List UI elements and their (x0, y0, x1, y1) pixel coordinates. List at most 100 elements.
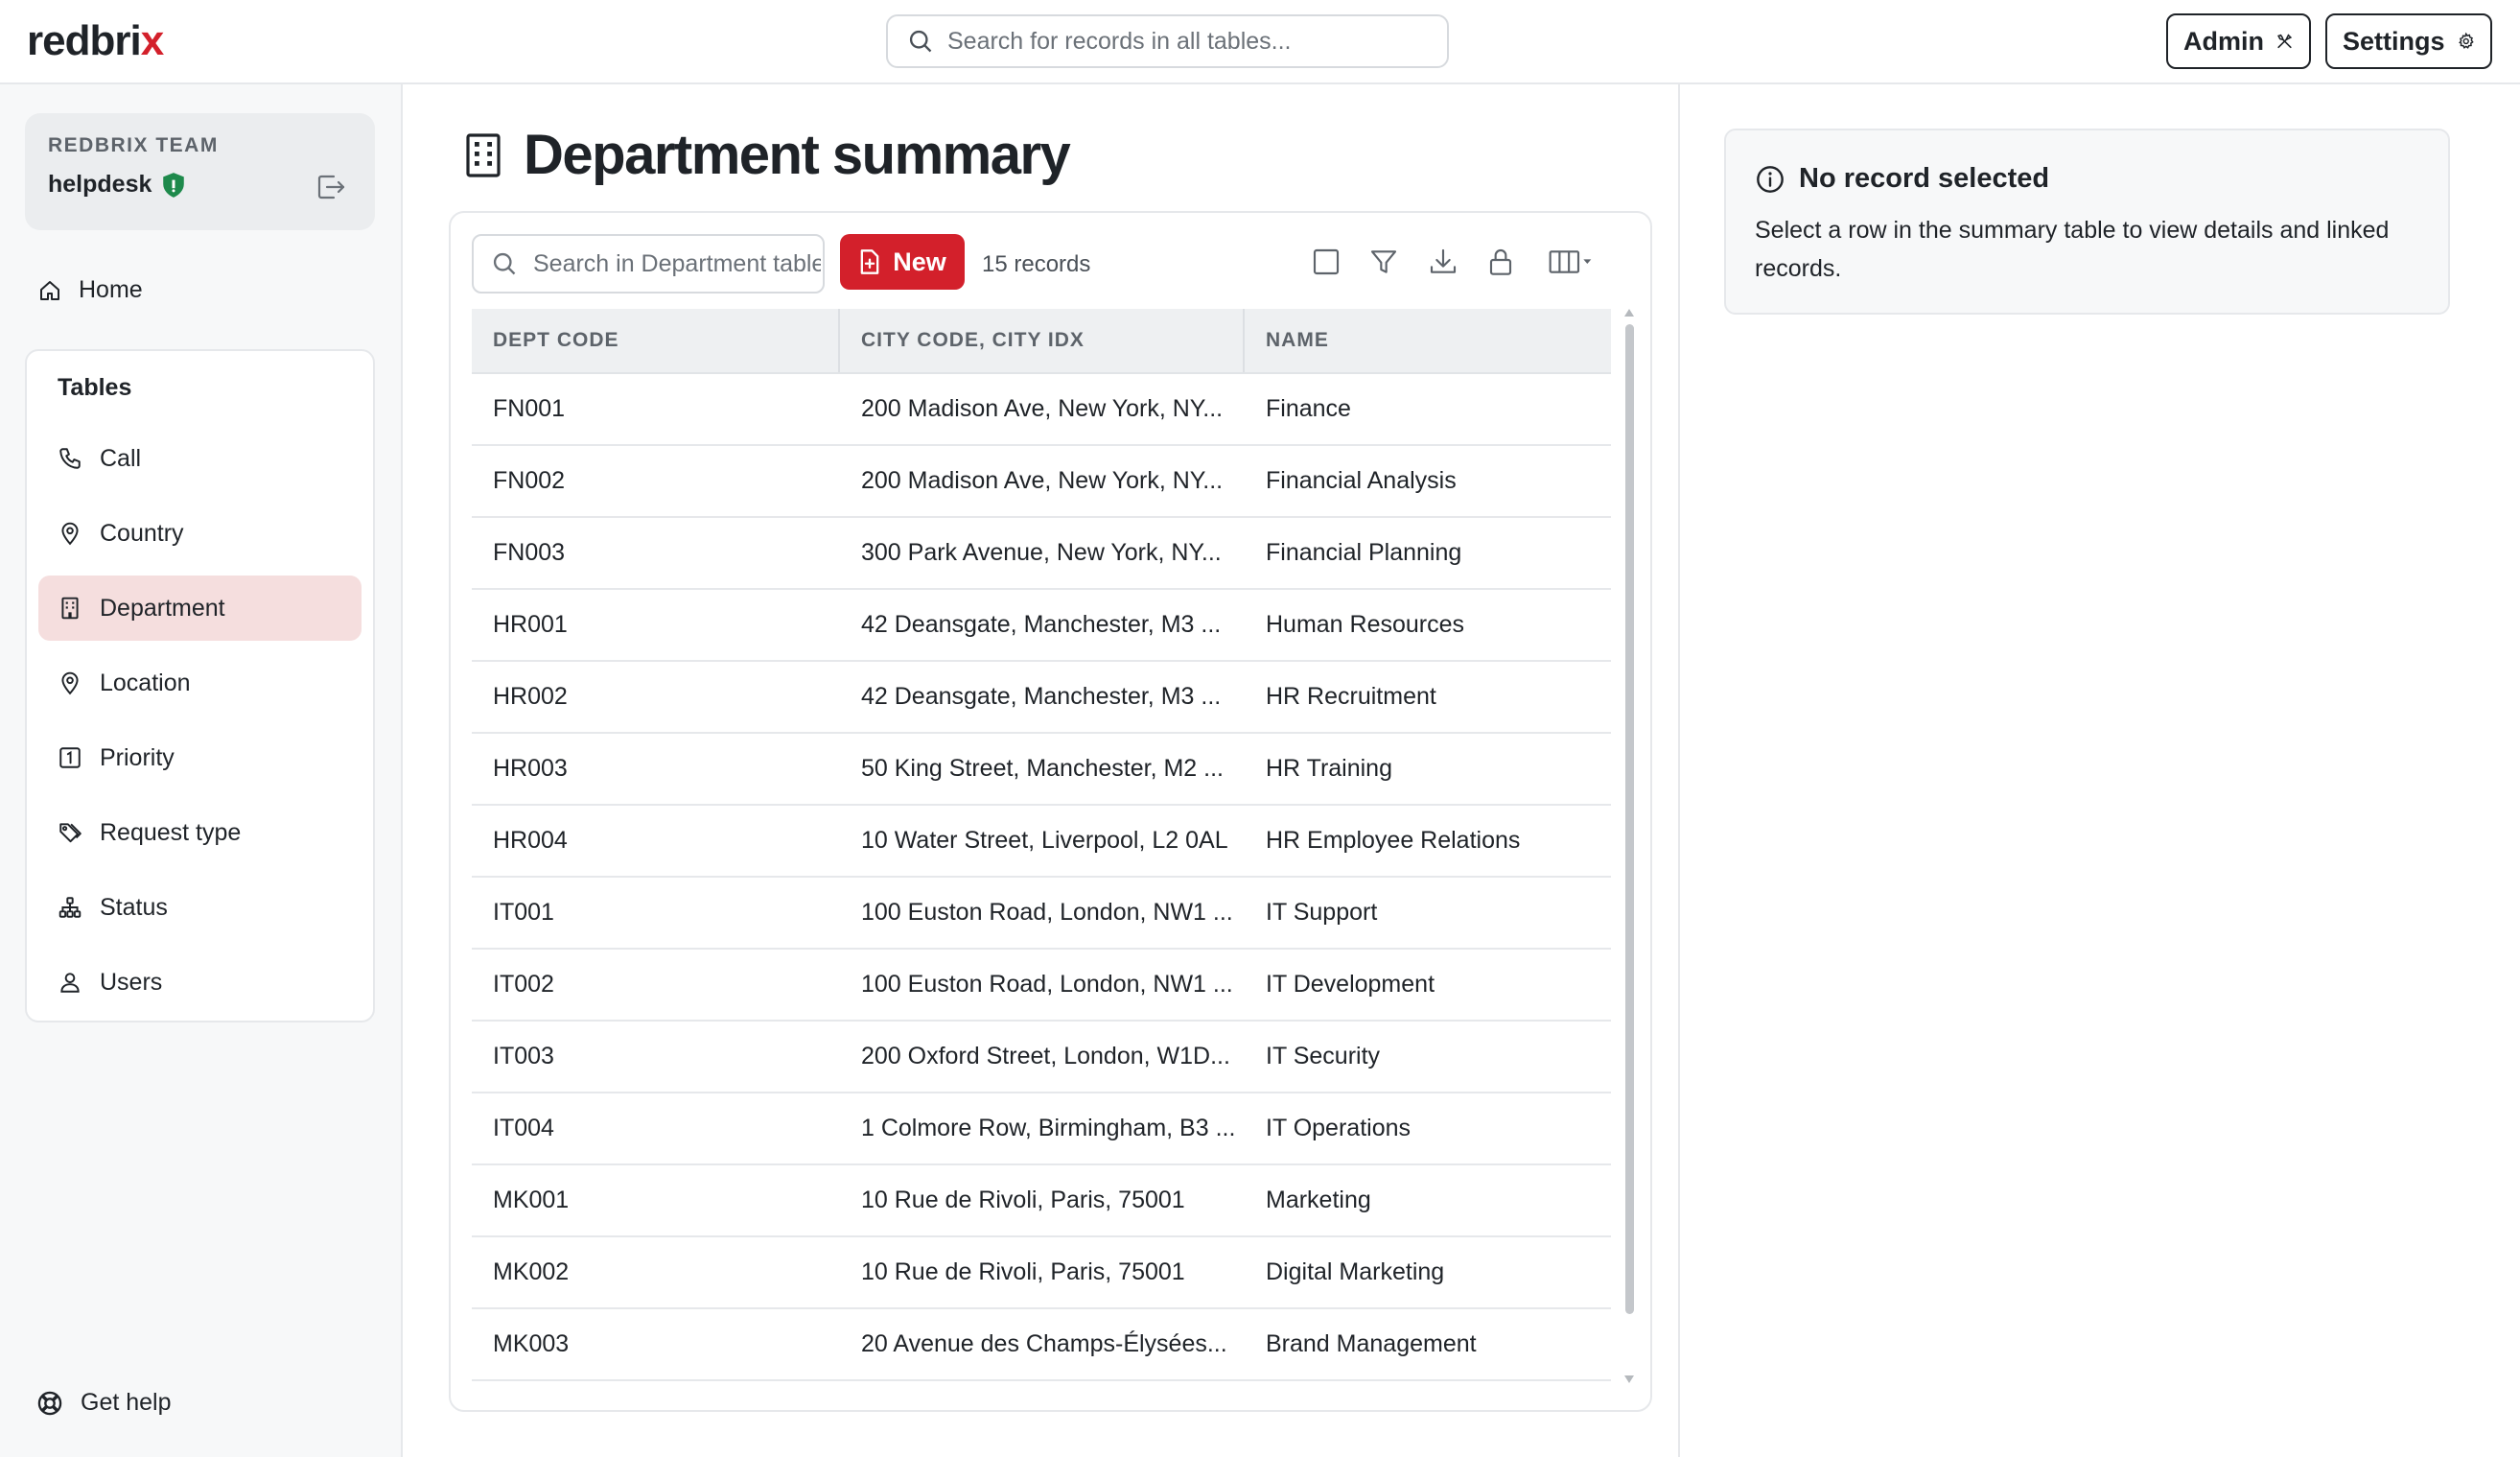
sidebar-item-users[interactable]: Users (38, 950, 362, 1015)
table-row[interactable]: IT001 100 Euston Road, London, NW1 ... IT … (472, 878, 1611, 950)
table-row[interactable]: HR001 42 Deansgate, Manchester, M3 ... Hum… (472, 590, 1611, 662)
new-record-button[interactable]: New (840, 234, 965, 290)
scroll-thumb[interactable] (1625, 324, 1634, 1314)
cell-city-code: 10 Rue de Rivoli, Paris, 75001 (861, 1258, 1185, 1285)
cell-name: HR Training (1266, 755, 1392, 782)
table-scrollbar[interactable] (1622, 309, 1636, 1383)
cell-name: Human Resources (1266, 611, 1465, 638)
sidebar-item-department[interactable]: Department (38, 576, 362, 641)
cell-city-code: 1 Colmore Row, Birmingham, B3 ... (861, 1115, 1236, 1141)
table-row[interactable]: IT002 100 Euston Road, London, NW1 ... IT … (472, 950, 1611, 1022)
tables-title: Tables (58, 374, 132, 401)
table-row[interactable]: IT004 1 Colmore Row, Birmingham, B3 ... IT… (472, 1093, 1611, 1165)
shield-icon (163, 172, 185, 198)
cell-dept-code: HR004 (493, 827, 568, 854)
column-header-name[interactable]: NAME (1245, 309, 1611, 372)
table-row[interactable]: MK001 10 Rue de Rivoli, Paris, 75001 Marke… (472, 1165, 1611, 1237)
cell-city-code: 200 Oxford Street, London, W1D... (861, 1043, 1230, 1069)
table-row[interactable]: IT003 200 Oxford Street, London, W1D... IT… (472, 1022, 1611, 1093)
cell-name: Finance (1266, 395, 1351, 422)
cell-name: HR Recruitment (1266, 683, 1436, 710)
sidebar-item-location[interactable]: Location (38, 650, 362, 716)
cell-name: Digital Marketing (1266, 1258, 1445, 1285)
info-title: No record selected (1755, 163, 2049, 195)
get-help-link[interactable]: Get help (36, 1389, 172, 1417)
sidebar-item-request-type[interactable]: Request type (38, 800, 362, 865)
cell-name: Marketing (1266, 1187, 1371, 1213)
table-search-input[interactable] (533, 249, 821, 278)
global-search-input[interactable] (947, 27, 1427, 56)
sidebar-item-status[interactable]: Status (38, 875, 362, 940)
table-row[interactable]: HR003 50 King Street, Manchester, M2 ... H… (472, 734, 1611, 806)
scroll-down-arrow[interactable] (1624, 1375, 1634, 1383)
logout-icon[interactable] (315, 173, 346, 201)
download-icon (1430, 248, 1457, 273)
cell-city-code: 42 Deansgate, Manchester, M3 ... (861, 683, 1222, 710)
column-header-city-code[interactable]: CITY CODE, CITY IDX (840, 309, 1245, 372)
cell-name: HR Employee Relations (1266, 827, 1521, 854)
cell-dept-code: HR002 (493, 683, 568, 710)
sidebar-item-call[interactable]: Call (38, 426, 362, 491)
home-icon (40, 280, 59, 300)
checkbox-icon (1313, 248, 1340, 275)
cell-dept-code: IT002 (493, 971, 554, 998)
cell-city-code: 42 Deansgate, Manchester, M3 ... (861, 611, 1222, 638)
cell-dept-code: IT003 (493, 1043, 554, 1069)
record-count: 15 records (982, 251, 1091, 277)
admin-button[interactable]: Admin (2166, 13, 2311, 69)
download-button[interactable] (1427, 246, 1459, 278)
table-row[interactable]: FN002 200 Madison Ave, New York, NY... Fin… (472, 446, 1611, 518)
table-row[interactable]: HR002 42 Deansgate, Manchester, M3 ... HR … (472, 662, 1611, 734)
cell-dept-code: MK002 (493, 1258, 570, 1285)
cell-city-code: 300 Park Avenue, New York, NY... (861, 539, 1222, 566)
no-selection-card: No record selected Select a row in the s… (1724, 129, 2450, 315)
tag-icon (59, 823, 82, 843)
team-label: REDBRIX TEAM (48, 134, 219, 156)
search-icon (909, 30, 932, 53)
tools-icon (2277, 34, 2293, 49)
nav-home[interactable]: Home (38, 276, 143, 304)
cell-dept-code: IT001 (493, 899, 554, 926)
map-pin-icon (61, 671, 79, 695)
cell-dept-code: IT004 (493, 1115, 554, 1141)
cell-name: IT Support (1266, 899, 1378, 926)
cell-name: Financial Planning (1266, 539, 1462, 566)
cell-dept-code: FN002 (493, 467, 566, 494)
sidebar-item-priority[interactable]: Priority (38, 725, 362, 790)
user-icon (60, 973, 80, 993)
hierarchy-icon (58, 897, 82, 918)
sidebar-item-country[interactable]: Country (38, 501, 362, 566)
cell-name: IT Operations (1266, 1115, 1412, 1141)
settings-button[interactable]: Settings (2325, 13, 2492, 69)
column-header-dept-code[interactable]: DEPT CODE (472, 309, 840, 372)
select-all-checkbox[interactable] (1310, 246, 1342, 278)
cell-city-code: 200 Madison Ave, New York, NY... (861, 395, 1224, 422)
table-search[interactable] (472, 234, 825, 294)
filter-button[interactable] (1367, 246, 1400, 278)
number-one-icon (59, 747, 81, 768)
table-row[interactable]: FN001 200 Madison Ave, New York, NY... Fin… (472, 374, 1611, 446)
lock-button[interactable] (1484, 246, 1517, 278)
table-row[interactable]: MK003 20 Avenue des Champs-Élysées... Bran… (472, 1309, 1611, 1381)
table-row[interactable]: FN003 300 Park Avenue, New York, NY... Fin… (472, 518, 1611, 590)
top-bar: redbrix Admin Settings (0, 0, 2520, 84)
redbrix-logo[interactable]: redbrix (27, 17, 164, 65)
cell-dept-code: MK001 (493, 1187, 570, 1213)
global-search[interactable] (886, 14, 1449, 68)
table-row[interactable]: MK002 10 Rue de Rivoli, Paris, 75001 Digit… (472, 1237, 1611, 1309)
table-row[interactable]: HR004 10 Water Street, Liverpool, L2 0AL H… (472, 806, 1611, 878)
cell-city-code: 10 Water Street, Liverpool, L2 0AL (861, 827, 1228, 854)
cell-dept-code: FN001 (493, 395, 566, 422)
team-card[interactable]: REDBRIX TEAM helpdesk (25, 113, 375, 230)
lifebuoy-icon (37, 1391, 62, 1415)
search-icon (493, 252, 516, 275)
cell-dept-code: MK003 (493, 1330, 570, 1357)
cell-city-code: 50 King Street, Manchester, M2 ... (861, 755, 1224, 782)
scroll-up-arrow[interactable] (1624, 309, 1634, 317)
filter-icon (1370, 250, 1397, 273)
columns-button[interactable] (1544, 246, 1598, 278)
cell-city-code: 10 Rue de Rivoli, Paris, 75001 (861, 1187, 1185, 1213)
department-table: DEPT CODE CITY CODE, CITY IDX NAME FN001… (472, 309, 1611, 1381)
map-pin-icon (61, 522, 79, 546)
cell-city-code: 20 Avenue des Champs-Élysées... (861, 1330, 1227, 1357)
